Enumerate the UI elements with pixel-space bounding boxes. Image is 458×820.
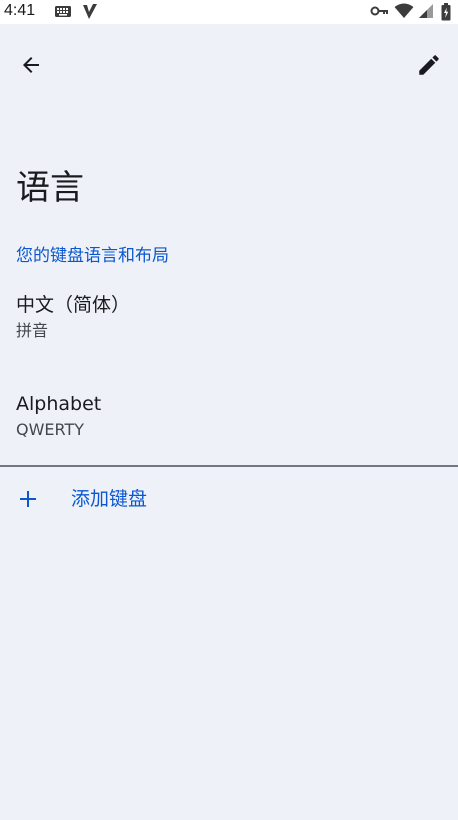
arrow-back-icon xyxy=(19,53,43,81)
signal-icon xyxy=(418,3,434,23)
add-keyboard-label: 添加键盘 xyxy=(71,488,148,510)
section-header: 您的键盘语言和布局 xyxy=(16,246,169,266)
battery-icon xyxy=(441,3,451,25)
page-title: 语言 xyxy=(16,168,84,208)
status-time: 4:41 xyxy=(4,2,36,19)
plus-icon xyxy=(16,487,40,511)
keyboard-icon xyxy=(54,3,72,23)
keyboard-layout: 拼音 xyxy=(16,321,49,340)
keyboard-name: Alphabet xyxy=(16,393,102,415)
wifi-icon xyxy=(394,3,414,23)
back-button[interactable] xyxy=(10,46,52,88)
vpn-key-icon xyxy=(370,3,388,23)
edit-button[interactable] xyxy=(408,46,450,88)
keyboard-item-alphabet[interactable]: Alphabet QWERTY xyxy=(0,391,458,471)
keyboard-name: 中文（简体） xyxy=(16,294,131,316)
divider xyxy=(0,465,458,467)
add-keyboard-button[interactable]: 添加键盘 xyxy=(0,470,458,528)
keyboard-layout: QWERTY xyxy=(16,420,85,439)
pencil-icon xyxy=(416,52,442,82)
v-notification-icon xyxy=(82,3,98,25)
keyboard-item-chinese[interactable]: 中文（简体） 拼音 xyxy=(0,292,458,372)
status-bar: 4:41 xyxy=(0,0,458,24)
